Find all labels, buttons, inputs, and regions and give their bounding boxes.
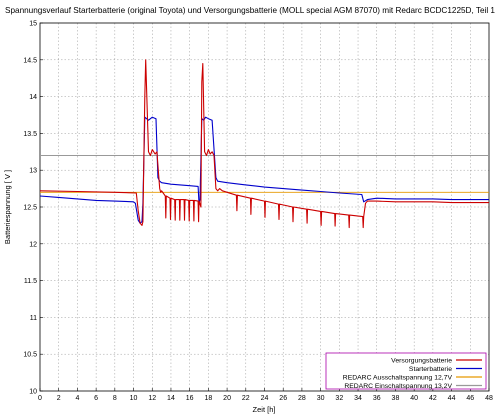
y-tick-label: 12.5 — [23, 205, 37, 212]
x-tick-label: 42 — [429, 395, 437, 402]
y-axis-label: Batteriespannung [ V ] — [3, 170, 12, 244]
x-tick-label: 28 — [298, 395, 306, 402]
x-tick-label: 16 — [186, 395, 194, 402]
legend-label: Starterbatterie — [409, 366, 452, 373]
x-tick-label: 32 — [335, 395, 343, 402]
y-tick-label: 13.5 — [23, 131, 37, 138]
y-tick-label: 10 — [29, 389, 37, 396]
y-tick-label: 14.5 — [23, 57, 37, 64]
y-tick-label: 15 — [29, 21, 37, 28]
x-tick-label: 30 — [317, 395, 325, 402]
y-tick-label: 13 — [29, 168, 37, 175]
y-tick-label: 10.5 — [23, 352, 37, 359]
x-tick-label: 44 — [448, 395, 456, 402]
x-tick-label: 36 — [373, 395, 381, 402]
x-tick-label: 40 — [410, 395, 418, 402]
x-tick-label: 2 — [57, 395, 61, 402]
x-tick-label: 48 — [485, 395, 493, 402]
y-tick-label: 14 — [29, 94, 37, 101]
y-tick-label: 11.5 — [24, 278, 37, 285]
voltage-chart: Spannungsverlauf Starterbatterie (origin… — [3, 6, 495, 414]
x-tick-label: 46 — [466, 395, 474, 402]
x-axis-label: Zeit [h] — [253, 405, 276, 414]
series-group — [39, 59, 489, 229]
x-tick-label: 0 — [38, 395, 42, 402]
series-line-0 — [39, 59, 489, 229]
chart-title: Spannungsverlauf Starterbatterie (origin… — [5, 6, 495, 15]
x-tick-label: 4 — [75, 395, 79, 402]
legend: VersorgungsbatterieStarterbatterie REDARC… — [325, 352, 487, 390]
y-tick-label: 12 — [29, 241, 37, 248]
axis-ticks: 0 2 4 6 8 10 12 14 16 18 20 22 24 26 28 30 32 34 36 38 40 42 4… — [23, 21, 493, 403]
x-tick-label: 34 — [354, 395, 362, 402]
x-tick-label: 14 — [167, 395, 175, 402]
x-tick-label: 10 — [130, 395, 138, 402]
x-tick-label: 26 — [279, 395, 287, 402]
x-tick-label: 20 — [223, 395, 231, 402]
x-tick-label: 8 — [113, 395, 117, 402]
y-tick-label: 11 — [30, 315, 37, 322]
legend-label: REDARC Ausschaltspannung 12,7V — [343, 375, 453, 382]
x-tick-label: 38 — [392, 395, 400, 402]
legend-label: REDARC Einschaltspannung 13,2V — [344, 383, 452, 390]
x-tick-label: 22 — [242, 395, 250, 402]
x-tick-label: 12 — [148, 395, 156, 402]
x-tick-label: 6 — [94, 395, 98, 402]
x-tick-label: 18 — [204, 395, 212, 402]
x-tick-label: 24 — [261, 395, 269, 402]
legend-label: Versorgungsbatterie — [391, 358, 452, 365]
